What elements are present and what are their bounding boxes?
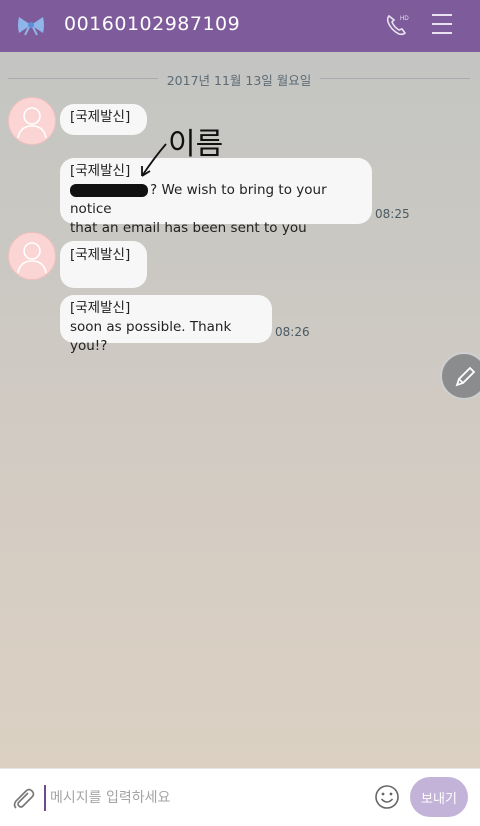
avatar[interactable] [8,232,56,280]
avatar[interactable] [8,97,56,145]
person-icon [17,242,47,274]
svg-text:이름: 이름 [168,127,223,162]
message-bubble[interactable]: [국제발신] [60,241,147,288]
message-input[interactable] [44,785,372,811]
chat-header: 00160102987109 HD [0,0,480,52]
chat-title: 00160102987109 [64,13,241,35]
message-bubble[interactable]: [국제발신] soon as possible. Thank you!? [60,295,272,354]
hd-call-icon[interactable]: HD [384,12,410,38]
message-text: that an email has been sent to you [70,220,307,236]
message-text: soon as possible. Thank you!? [70,319,232,354]
date-text: 2017년 11월 13일 월요일 [166,73,312,88]
svg-text:HD: HD [400,16,409,22]
handwritten-annotation: 이름 [141,127,223,177]
emoji-icon[interactable] [374,784,400,810]
message-label: [국제발신] [70,300,131,316]
menu-icon[interactable] [432,14,452,36]
send-button[interactable]: 보내기 [410,777,468,817]
person-icon [17,107,47,139]
pen-button[interactable] [440,352,480,400]
bow-icon[interactable] [16,14,46,36]
pencil-icon [455,366,476,387]
message-label: [국제발신] [70,247,131,263]
input-bar: 보내기 [0,768,480,826]
date-divider: 2017년 11월 13일 월요일 [8,68,470,88]
message-time: 08:26 [275,325,310,339]
message-time: 08:25 [375,207,410,221]
message-label: [국제발신] [70,109,131,125]
paperclip-icon[interactable] [10,785,36,811]
